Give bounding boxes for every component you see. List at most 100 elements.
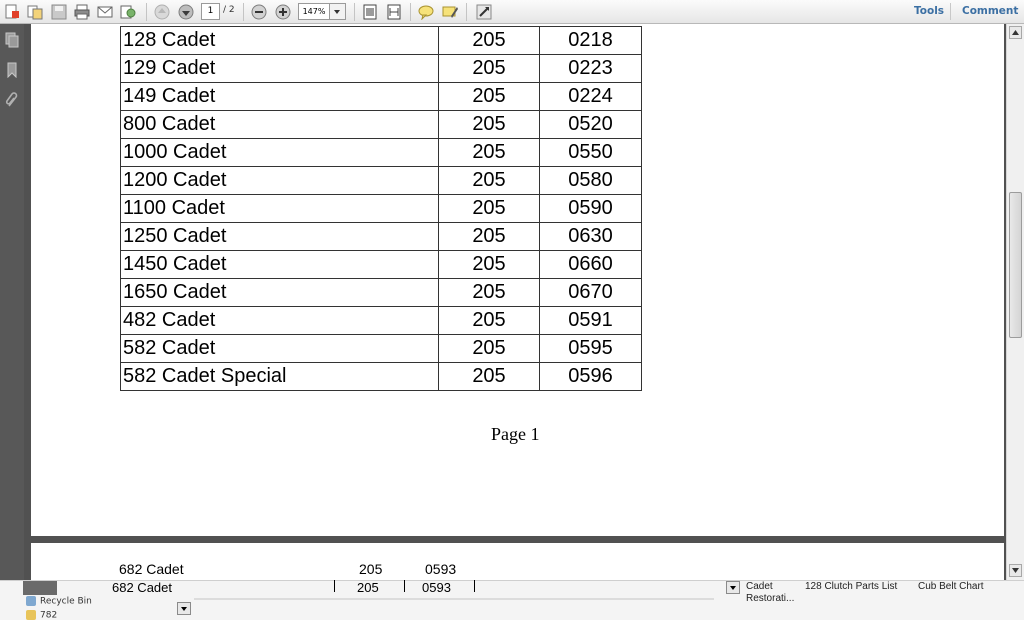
table-cell-model: 1650 Cadet — [120, 278, 439, 307]
scrollbar-thumb[interactable] — [1009, 192, 1022, 338]
page-number-input[interactable]: 1 — [201, 3, 220, 20]
cell-divider — [474, 580, 475, 592]
table-cell-col2: 205 — [438, 194, 540, 223]
print-icon[interactable] — [72, 2, 92, 22]
table-cell-col2: 205 — [438, 82, 540, 111]
table-row: 1250 Cadet 205 0630 — [120, 222, 642, 251]
tab-cadet-restoration[interactable]: Cadet Restorati... — [746, 581, 806, 605]
table-cell-col2: 205 — [438, 26, 540, 55]
toolbar-separator — [466, 3, 467, 21]
attachments-icon[interactable] — [2, 90, 22, 110]
table-cell-model: 800 Cadet — [120, 110, 439, 139]
create-pdf-icon[interactable] — [2, 2, 22, 22]
table-cell-col2: 205 — [438, 306, 540, 335]
zoom-dropdown-button[interactable] — [330, 3, 346, 20]
highlight-icon[interactable] — [440, 2, 460, 22]
table-cell-col2: 205 — [438, 222, 540, 251]
desktop-item-label: Recycle Bin — [40, 596, 92, 607]
combine-icon[interactable] — [25, 2, 45, 22]
table-cell-col3: 0224 — [539, 82, 642, 111]
table-cell-model: 128 Cadet — [120, 26, 439, 55]
bookmarks-icon[interactable] — [2, 60, 22, 80]
review-icon[interactable] — [118, 2, 138, 22]
table-row: 800 Cadet 205 0520 — [120, 110, 642, 139]
table-cell-col3: 0580 — [539, 166, 642, 195]
table-cell-model: 1250 Cadet — [120, 222, 439, 251]
table-cell-col2: 205 — [438, 166, 540, 195]
table-cell-col3: 0218 — [539, 26, 642, 55]
table-cell-col2: 205 — [438, 250, 540, 279]
table-cell-col3: 0550 — [539, 138, 642, 167]
email-icon[interactable] — [95, 2, 115, 22]
zoom-out-icon[interactable] — [249, 2, 269, 22]
table-cell-model: 1000 Cadet — [120, 138, 439, 167]
table-cell-model: 682 Cadet — [119, 561, 184, 577]
recycle-bin-icon — [26, 596, 36, 606]
page-total: / 2 — [223, 5, 235, 15]
background-cell-col3: 0593 — [422, 580, 451, 595]
save-icon[interactable] — [49, 2, 69, 22]
zoom-input[interactable]: 147% — [298, 3, 330, 20]
table-cell-col2: 205 — [359, 561, 383, 577]
scroll-down-button[interactable] — [1009, 564, 1022, 577]
table-cell-model: 1100 Cadet — [120, 194, 439, 223]
toolbar-separator — [146, 3, 147, 21]
table-cell-col3: 0591 — [539, 306, 642, 335]
table-cell-col2: 205 — [438, 334, 540, 363]
toolbar: 1 / 2 147% Tools Comment — [0, 0, 1024, 24]
list-scroll-arrow[interactable] — [177, 602, 191, 615]
horizontal-scroll-track — [194, 598, 714, 600]
table-cell-model: 129 Cadet — [120, 54, 439, 83]
table-cell-col2: 205 — [438, 278, 540, 307]
scroll-up-button[interactable] — [1009, 26, 1022, 39]
pages-icon[interactable] — [2, 30, 22, 50]
table-row: 1650 Cadet 205 0670 — [120, 278, 642, 307]
fit-page-icon[interactable] — [360, 2, 380, 22]
table-row: 1100 Cadet 205 0590 — [120, 194, 642, 223]
table-cell-col3: 0590 — [539, 194, 642, 223]
page-number-label: Page 1 — [491, 424, 540, 444]
tab-clutch-parts-list[interactable]: 128 Clutch Parts List — [805, 581, 897, 592]
navigation-pane — [0, 24, 24, 580]
document-page: 682 Cadet 205 0593 — [31, 543, 1004, 580]
table-row: 682 Cadet 205 0593 — [119, 561, 479, 579]
background-cell-col2: 205 — [357, 580, 379, 595]
comment-link[interactable]: Comment — [962, 5, 1018, 17]
table-cell-col3: 0630 — [539, 222, 642, 251]
toolbar-separator — [354, 3, 355, 21]
table-cell-model: 1200 Cadet — [120, 166, 439, 195]
toolbar-separator — [410, 3, 411, 21]
table-row: 1450 Cadet 205 0660 — [120, 250, 642, 279]
tools-link[interactable]: Tools — [914, 5, 944, 17]
table-cell-model: 1450 Cadet — [120, 250, 439, 279]
tab-cub-belt-chart[interactable]: Cub Belt Chart — [918, 581, 984, 592]
pdf-viewer-window: 1 / 2 147% Tools Comment 128 Cadet 205 0… — [0, 0, 1024, 620]
table-row: 128 Cadet 205 0218 — [120, 26, 642, 55]
table-row: 1200 Cadet 205 0580 — [120, 166, 642, 195]
table-row: 129 Cadet 205 0223 — [120, 54, 642, 83]
zoom-in-icon[interactable] — [273, 2, 293, 22]
desktop-item-label: 782 — [40, 610, 58, 620]
fit-width-icon[interactable] — [384, 2, 404, 22]
table-cell-col2: 205 — [438, 362, 540, 391]
full-screen-icon[interactable] — [474, 2, 494, 22]
vertical-scrollbar[interactable] — [1006, 24, 1024, 580]
bottom-strip: 682 Cadet 205 0593 Recycle Bin 782 Cadet… — [0, 580, 1024, 620]
dropdown-arrow[interactable] — [726, 581, 740, 594]
document-page: 128 Cadet 205 0218 129 Cadet 205 0223 149 Cade… — [31, 24, 1004, 536]
table-cell-col3: 0660 — [539, 250, 642, 279]
table-cell-col3: 0596 — [539, 362, 642, 391]
next-page-icon[interactable] — [176, 2, 196, 22]
sticky-note-icon[interactable] — [416, 2, 436, 22]
table-row: 1000 Cadet 205 0550 — [120, 138, 642, 167]
table-row: 582 Cadet Special 205 0596 — [120, 362, 642, 391]
document-viewport[interactable]: 128 Cadet 205 0218 129 Cadet 205 0223 149 Cade… — [24, 24, 1006, 580]
cell-divider — [334, 580, 335, 592]
table-cell-col2: 205 — [438, 54, 540, 83]
background-window-edge — [23, 581, 57, 595]
table-cell-col3: 0223 — [539, 54, 642, 83]
toolbar-separator — [950, 3, 951, 20]
previous-page-icon[interactable] — [152, 2, 172, 22]
desktop-item-recycle-bin[interactable]: Recycle Bin — [26, 596, 92, 607]
desktop-item-folder[interactable]: 782 — [26, 610, 57, 620]
